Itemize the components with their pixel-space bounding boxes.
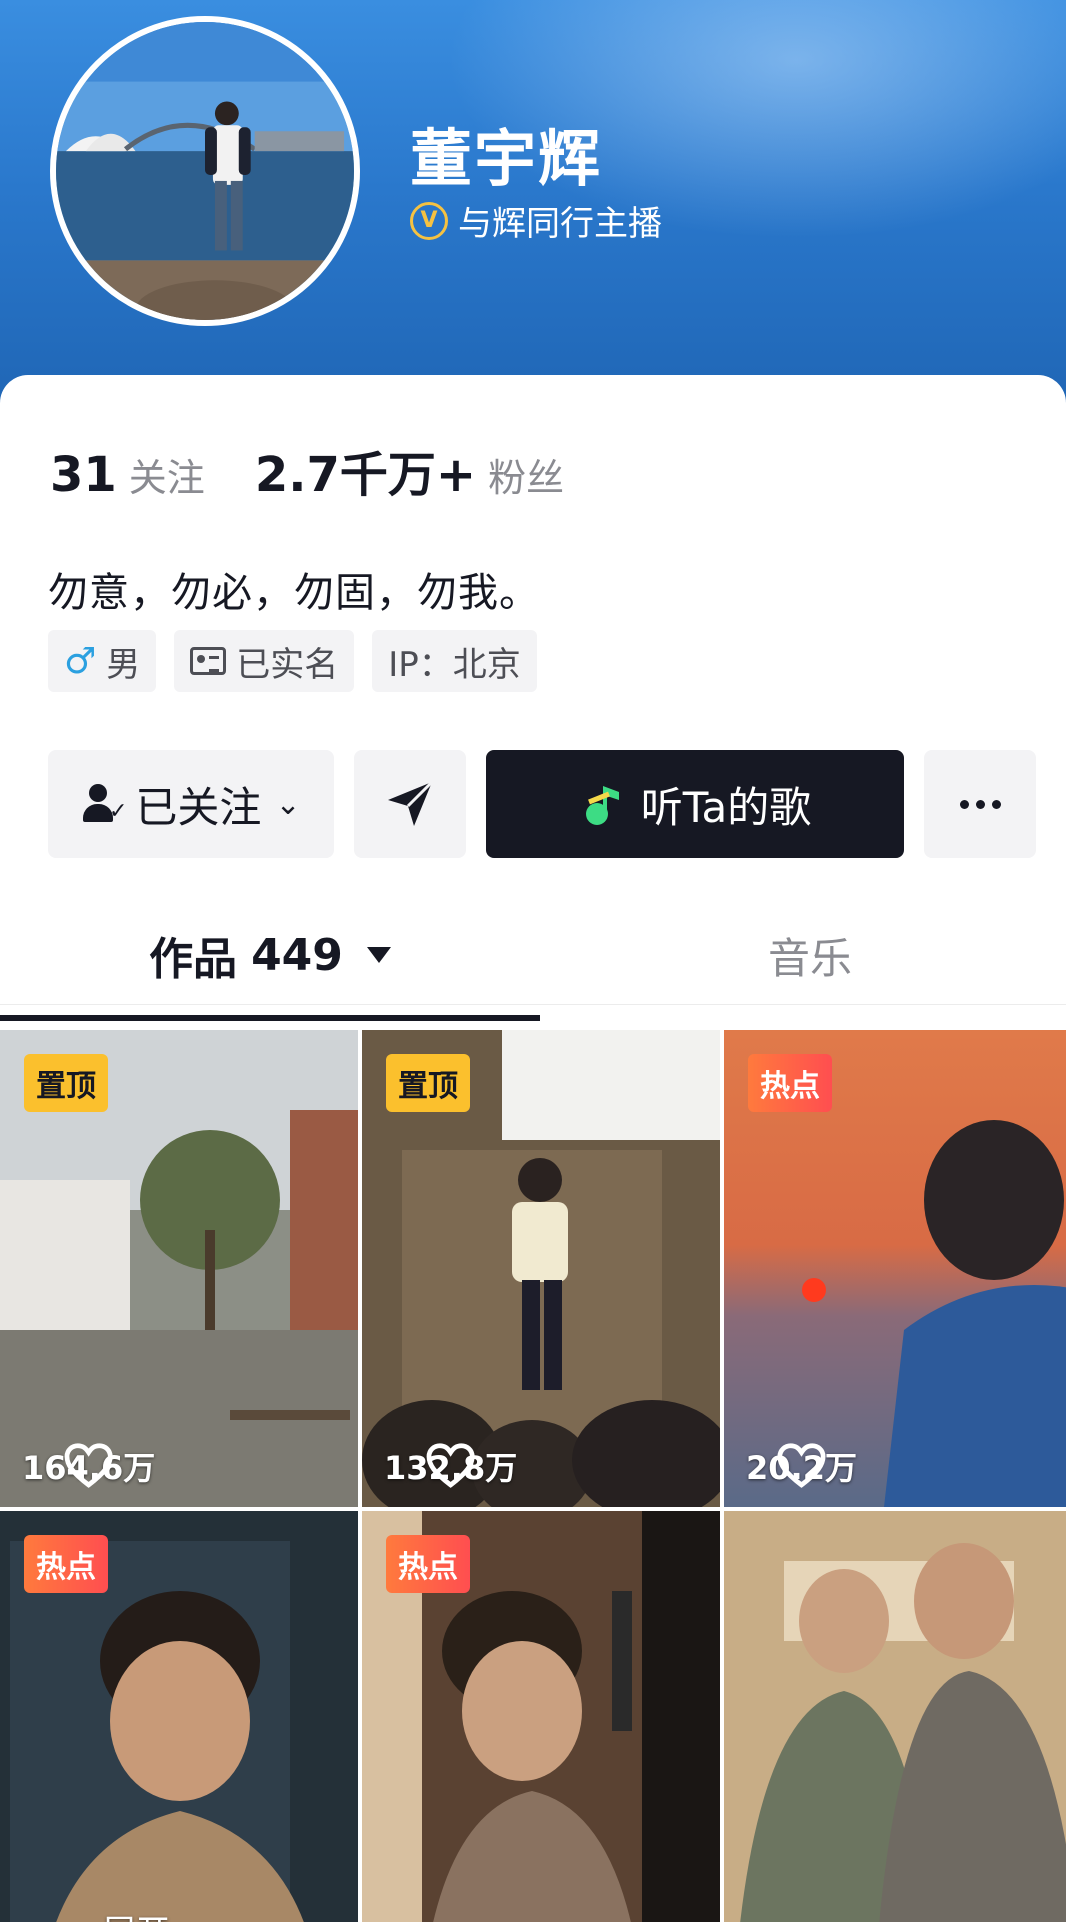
video-item[interactable] (724, 1511, 1066, 1922)
action-buttons: ✓ 已关注 ⌄ 听Ta的歌 (48, 750, 1036, 858)
real-name-text: 已实名 (236, 644, 339, 685)
video-item[interactable]: 热点 ︿ 展开 (0, 1511, 358, 1922)
message-button[interactable] (354, 750, 466, 858)
tab-works[interactable]: 作品 449 (0, 905, 540, 1005)
heart-icon (777, 1443, 826, 1488)
id-card-icon (190, 647, 227, 675)
video-item[interactable]: 置顶 164.6万 (0, 1030, 358, 1507)
gender-text: 男 (106, 644, 141, 685)
listen-songs-label: 听Ta的歌 (640, 782, 812, 832)
user-check-icon: ✓ (81, 784, 127, 824)
tab-works-label: 作品 (149, 934, 238, 985)
tab-music[interactable]: 音乐 (540, 905, 1066, 1005)
send-icon (388, 780, 434, 826)
more-button[interactable] (924, 750, 1036, 858)
listen-songs-button[interactable]: 听Ta的歌 (486, 750, 904, 858)
avatar-photo (56, 22, 354, 320)
tab-music-label: 音乐 (767, 933, 852, 983)
video-item[interactable]: 置顶 132.8万 (362, 1030, 720, 1507)
followers-count[interactable]: 2.7千万+ (255, 435, 476, 505)
video-item[interactable]: 热点 (362, 1511, 720, 1922)
expand-label: 展开 (102, 1905, 170, 1922)
ip-tag: IP：北京 (372, 630, 537, 692)
hot-badge: 热点 (748, 1054, 832, 1112)
profile-header: 董宇辉 V 与辉同行主播 (0, 0, 1066, 420)
chevron-up-icon: ︿ (60, 1905, 94, 1922)
verification-text: 与辉同行主播 (458, 204, 662, 244)
hot-badge: 热点 (24, 1535, 108, 1593)
chevron-down-icon: ⌄ (275, 786, 301, 822)
more-icon (959, 799, 1001, 809)
video-thumbnail (724, 1511, 1066, 1922)
hot-badge: 热点 (386, 1535, 470, 1593)
following-count[interactable]: 31 (50, 447, 117, 503)
profile-name: 董宇辉 (410, 122, 603, 195)
tab-works-count: 449 (251, 929, 343, 981)
content-tabs: 作品 449 音乐 (0, 905, 1066, 1005)
gender-tag: ♂ 男 (48, 630, 157, 692)
male-icon: ♂ (64, 640, 97, 682)
stats-row: 31 关注 2.7千万+ 粉丝 (50, 435, 564, 505)
expand-button[interactable]: ︿ 展开 (60, 1905, 170, 1922)
followers-label[interactable]: 粉丝 (488, 447, 564, 502)
avatar[interactable] (50, 16, 360, 326)
like-count: 132.8万 (384, 1443, 517, 1489)
verified-icon: V (410, 201, 448, 240)
profile-tags: ♂ 男 已实名 IP：北京 (48, 630, 537, 692)
pinned-badge: 置顶 (24, 1054, 108, 1112)
heart-icon (64, 1443, 113, 1488)
pinned-badge: 置顶 (386, 1054, 470, 1112)
followed-button[interactable]: ✓ 已关注 ⌄ (48, 750, 334, 858)
bio: 勿意，勿必，勿固，勿我。 (48, 570, 540, 616)
music-note-icon (585, 786, 619, 825)
active-tab-indicator (0, 1015, 540, 1021)
following-label[interactable]: 关注 (129, 447, 205, 502)
caret-down-icon (366, 947, 391, 963)
followed-label: 已关注 (135, 782, 262, 832)
real-name-tag: 已实名 (174, 630, 355, 692)
ip-text: IP：北京 (388, 644, 521, 685)
verification: V 与辉同行主播 (410, 196, 662, 245)
heart-icon (426, 1443, 475, 1488)
like-count: 20.2万 (746, 1443, 857, 1489)
video-item[interactable]: 热点 20.2万 (724, 1030, 1066, 1507)
like-count: 164.6万 (22, 1443, 155, 1489)
